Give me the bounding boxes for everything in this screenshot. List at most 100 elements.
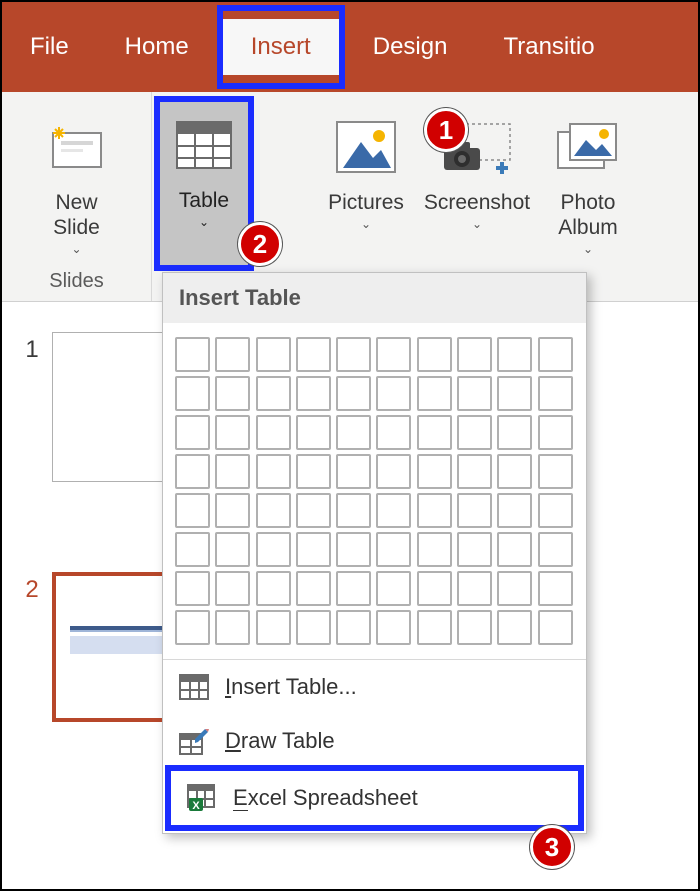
grid-cell[interactable]	[256, 610, 291, 645]
grid-cell[interactable]	[296, 415, 331, 450]
grid-cell[interactable]	[256, 337, 291, 372]
grid-cell[interactable]	[497, 571, 532, 606]
grid-cell[interactable]	[296, 493, 331, 528]
table-icon	[177, 670, 211, 704]
grid-cell[interactable]	[296, 376, 331, 411]
grid-cell[interactable]	[256, 454, 291, 489]
grid-cell[interactable]	[457, 610, 492, 645]
grid-cell[interactable]	[417, 454, 452, 489]
menu-insert-table[interactable]: Insert Table...	[163, 660, 586, 714]
grid-cell[interactable]	[457, 415, 492, 450]
grid-cell[interactable]	[175, 376, 210, 411]
grid-cell[interactable]	[538, 532, 573, 567]
grid-cell[interactable]	[215, 493, 250, 528]
new-slide-button[interactable]: New Slide ⌄	[32, 100, 122, 260]
new-slide-label: New Slide	[53, 190, 100, 240]
grid-cell[interactable]	[296, 337, 331, 372]
grid-cell[interactable]	[417, 610, 452, 645]
grid-cell[interactable]	[296, 610, 331, 645]
grid-cell[interactable]	[336, 454, 371, 489]
tab-file[interactable]: File	[2, 19, 97, 75]
grid-cell[interactable]	[376, 376, 411, 411]
tab-transitions[interactable]: Transitio	[475, 19, 622, 75]
grid-cell[interactable]	[296, 571, 331, 606]
grid-cell[interactable]	[538, 376, 573, 411]
grid-cell[interactable]	[296, 532, 331, 567]
grid-cell[interactable]	[336, 571, 371, 606]
grid-cell[interactable]	[417, 415, 452, 450]
grid-cell[interactable]	[376, 454, 411, 489]
grid-cell[interactable]	[215, 532, 250, 567]
excel-spreadsheet-icon: X	[185, 781, 219, 815]
grid-cell[interactable]	[175, 454, 210, 489]
group-tables: Table ⌄	[152, 92, 256, 301]
grid-cell[interactable]	[376, 415, 411, 450]
grid-cell[interactable]	[497, 532, 532, 567]
grid-cell[interactable]	[376, 610, 411, 645]
grid-cell[interactable]	[497, 454, 532, 489]
grid-cell[interactable]	[336, 493, 371, 528]
grid-cell[interactable]	[175, 571, 210, 606]
grid-cell[interactable]	[215, 376, 250, 411]
grid-cell[interactable]	[497, 376, 532, 411]
grid-cell[interactable]	[538, 415, 573, 450]
grid-cell[interactable]	[497, 415, 532, 450]
slide-number: 1	[12, 332, 52, 364]
grid-cell[interactable]	[175, 493, 210, 528]
grid-cell[interactable]	[215, 454, 250, 489]
grid-cell[interactable]	[336, 415, 371, 450]
grid-cell[interactable]	[417, 493, 452, 528]
chevron-down-icon: ⌄	[472, 217, 482, 231]
grid-cell[interactable]	[417, 532, 452, 567]
tab-design[interactable]: Design	[345, 19, 476, 75]
grid-cell[interactable]	[417, 337, 452, 372]
grid-cell[interactable]	[175, 610, 210, 645]
table-size-grid[interactable]	[163, 323, 586, 655]
grid-cell[interactable]	[538, 454, 573, 489]
grid-cell[interactable]	[497, 337, 532, 372]
grid-cell[interactable]	[336, 532, 371, 567]
grid-cell[interactable]	[336, 337, 371, 372]
grid-cell[interactable]	[215, 571, 250, 606]
grid-cell[interactable]	[457, 376, 492, 411]
grid-cell[interactable]	[376, 337, 411, 372]
grid-cell[interactable]	[256, 571, 291, 606]
grid-cell[interactable]	[457, 571, 492, 606]
grid-cell[interactable]	[256, 532, 291, 567]
grid-cell[interactable]	[417, 571, 452, 606]
grid-cell[interactable]	[457, 493, 492, 528]
photo-album-button[interactable]: Photo Album ⌄	[543, 100, 633, 260]
grid-cell[interactable]	[417, 376, 452, 411]
screenshot-label: Screenshot	[424, 190, 530, 215]
grid-cell[interactable]	[175, 532, 210, 567]
grid-cell[interactable]	[256, 415, 291, 450]
grid-cell[interactable]	[376, 571, 411, 606]
grid-cell[interactable]	[256, 493, 291, 528]
pictures-button[interactable]: Pictures ⌄	[321, 100, 411, 260]
draw-table-icon	[177, 724, 211, 758]
grid-cell[interactable]	[336, 376, 371, 411]
grid-cell[interactable]	[336, 610, 371, 645]
grid-cell[interactable]	[296, 454, 331, 489]
grid-cell[interactable]	[538, 571, 573, 606]
tab-home[interactable]: Home	[97, 19, 217, 75]
grid-cell[interactable]	[457, 532, 492, 567]
grid-cell[interactable]	[497, 610, 532, 645]
grid-cell[interactable]	[215, 610, 250, 645]
grid-cell[interactable]	[256, 376, 291, 411]
grid-cell[interactable]	[376, 532, 411, 567]
grid-cell[interactable]	[538, 493, 573, 528]
tab-insert[interactable]: Insert	[223, 19, 339, 75]
grid-cell[interactable]	[538, 337, 573, 372]
grid-cell[interactable]	[376, 493, 411, 528]
grid-cell[interactable]	[538, 610, 573, 645]
grid-cell[interactable]	[175, 337, 210, 372]
grid-cell[interactable]	[215, 415, 250, 450]
menu-excel-spreadsheet[interactable]: X Excel Spreadsheet	[165, 765, 584, 831]
grid-cell[interactable]	[457, 454, 492, 489]
grid-cell[interactable]	[457, 337, 492, 372]
grid-cell[interactable]	[497, 493, 532, 528]
grid-cell[interactable]	[215, 337, 250, 372]
menu-draw-table[interactable]: Draw Table	[163, 714, 586, 768]
grid-cell[interactable]	[175, 415, 210, 450]
